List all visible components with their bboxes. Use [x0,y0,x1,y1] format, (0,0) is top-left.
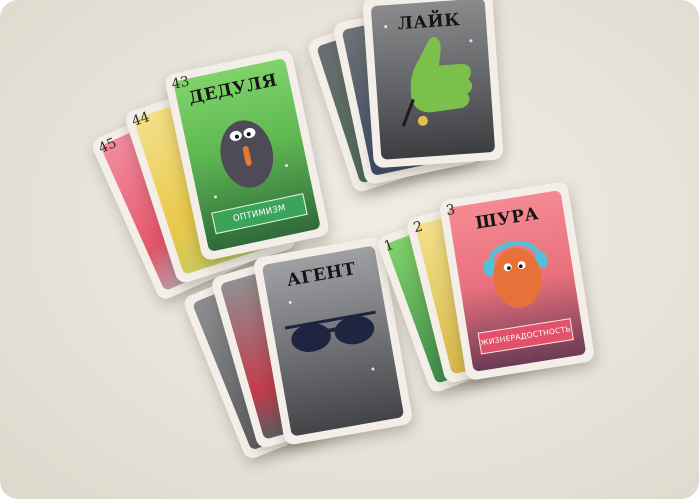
card-group-shura: 1 2 ШУРА ЖИЗНЕРАДОСТНОСТЬ · 3 [375,180,620,400]
headphones-creature-icon [483,240,548,308]
card-number: 2 [411,218,425,237]
card-shura[interactable]: ШУРА ЖИЗНЕРАДОСТНОСТЬ · 3 [438,180,596,382]
card-title: АГЕНТ [285,259,358,291]
sparkle [371,367,375,371]
sparkle [288,300,292,305]
sparkle [284,163,289,168]
sunglasses-icon [284,310,376,352]
card-group-like: ЛАЙК · [306,0,520,194]
sparkle [213,195,218,199]
photo-background: 45 44 ДЕДУЛЯ ОПТИМИЗМ · 43 ЛАЙК · АГЕНТ … [0,0,699,499]
card-brand: · [436,142,439,148]
thumbs-up-icon [401,36,473,127]
card-number: 1 [382,236,396,255]
card-like[interactable]: ЛАЙК · [362,0,504,169]
card-number: 3 [444,201,457,220]
card-brand: · [345,413,348,419]
card-title: ДЕДУЛЯ [186,70,280,109]
creature-icon [220,120,274,188]
